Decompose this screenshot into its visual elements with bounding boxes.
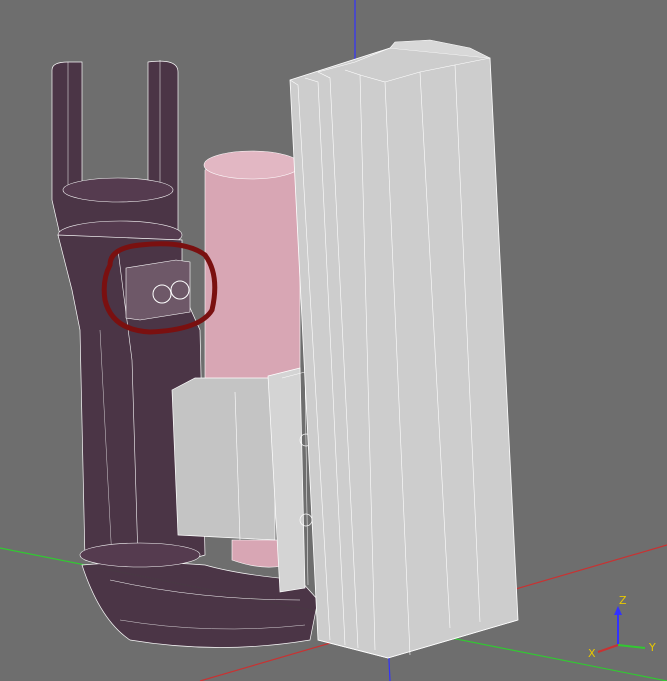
gizmo-x-label: X [588,647,596,660]
aluminum-extrusion[interactable] [289,39,519,659]
3d-viewport[interactable]: Z Y X [0,0,667,681]
gizmo-y-label: Y [648,641,656,654]
gizmo-z-label: Z [619,594,627,607]
connector-block[interactable] [125,259,191,321]
scene-canvas[interactable]: Z Y X [0,0,667,681]
axis-gizmo: Z Y X [588,594,656,660]
